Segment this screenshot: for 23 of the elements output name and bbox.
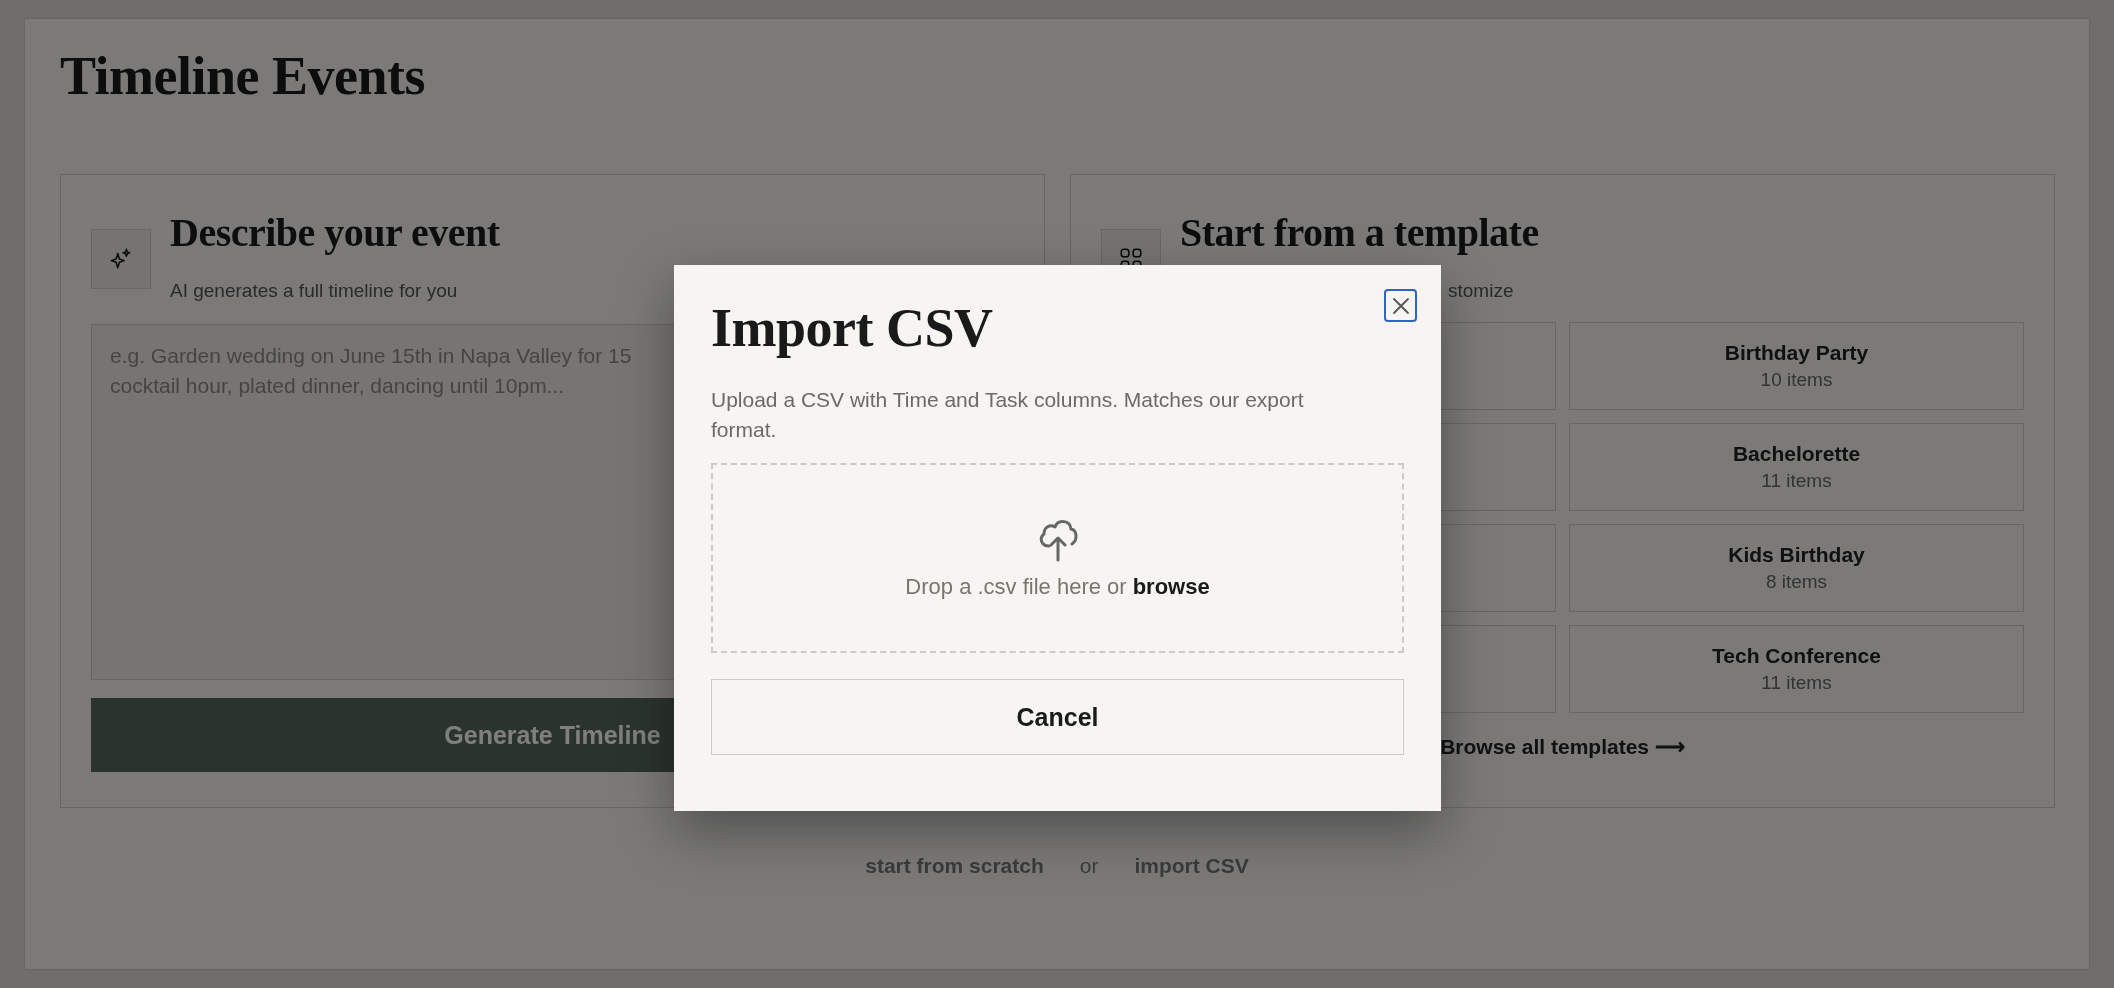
template-name: Bachelorette: [1732, 442, 1861, 466]
template-name: Tech Conference: [1712, 644, 1881, 668]
sparkle-icon: [91, 229, 151, 289]
file-drop-zone[interactable]: Drop a .csv file here or browse: [711, 463, 1404, 653]
card-subtitle: AI generates a full timeline for you: [170, 280, 458, 302]
close-icon: [1390, 295, 1411, 316]
template-count: 10 items: [1760, 369, 1833, 391]
card-title: Describe your event: [170, 209, 500, 256]
template-name: Kids Birthday: [1728, 543, 1865, 567]
template-count: 11 items: [1761, 672, 1832, 694]
template-count: 8 items: [1765, 571, 1828, 593]
card-subtitle: stomize: [1448, 280, 1514, 302]
import-csv-link[interactable]: import CSV: [1134, 854, 1249, 878]
card-title: Start from a template: [1180, 209, 1539, 256]
separator-text: or: [1079, 854, 1099, 878]
page-title: Timeline Events: [60, 45, 426, 107]
template-count: 11 items: [1761, 470, 1832, 492]
cancel-button[interactable]: Cancel: [711, 679, 1404, 755]
close-button[interactable]: [1384, 289, 1417, 322]
template-name: Birthday Party: [1724, 341, 1869, 365]
start-from-scratch-link[interactable]: start from scratch: [865, 854, 1044, 878]
browse-link[interactable]: browse: [1132, 574, 1210, 600]
browse-templates-link[interactable]: Browse all templates ⟶: [1440, 735, 1685, 759]
